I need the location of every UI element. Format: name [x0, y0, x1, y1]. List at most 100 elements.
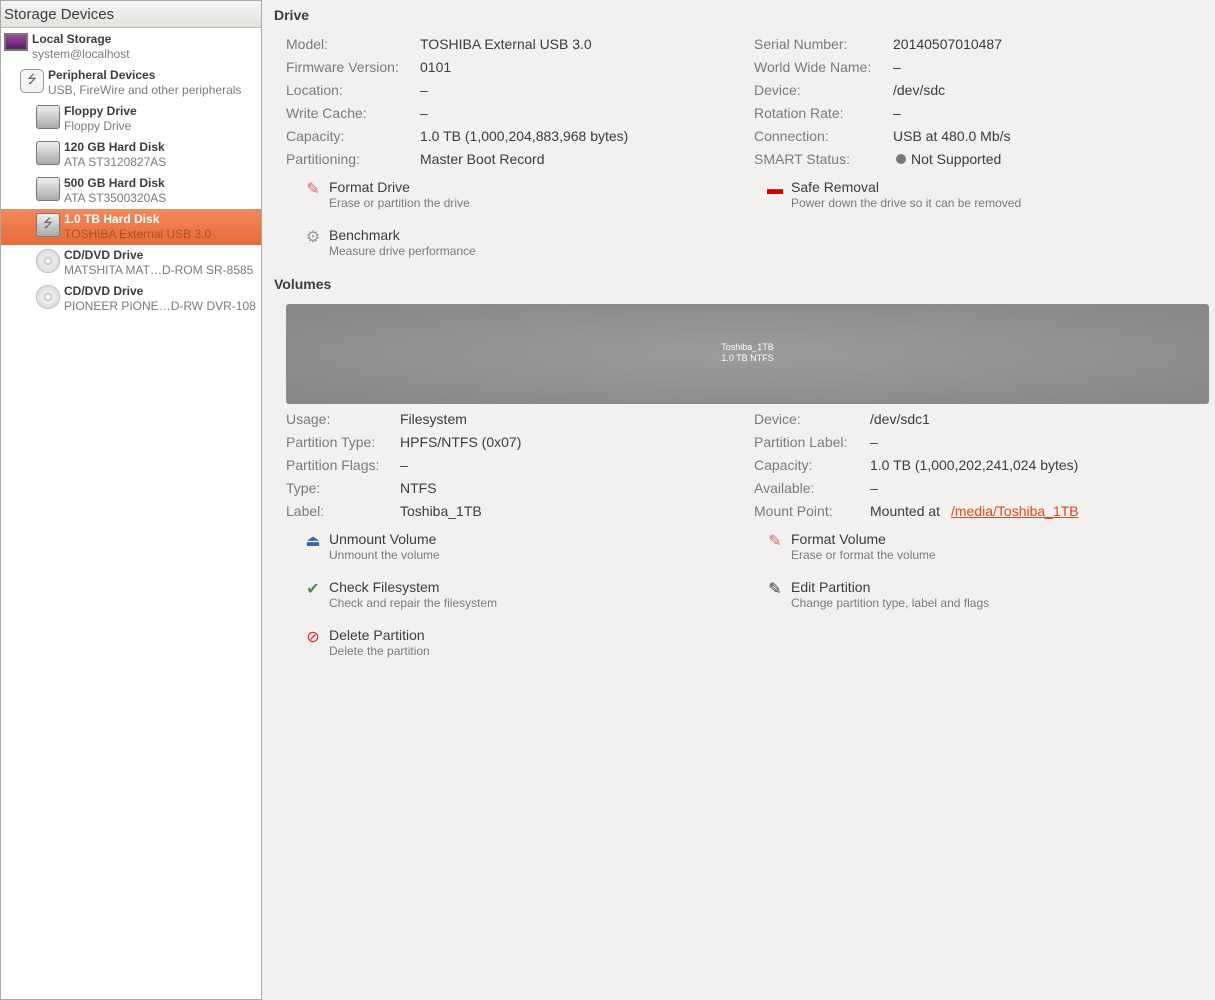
benchmark-gears-icon: ⚙: [305, 229, 321, 246]
action-title: Delete Partition: [329, 627, 425, 643]
sidebar-item-title: 1.0 TB Hard Disk: [64, 212, 160, 226]
property-value: USB at 480.0 Mb/s: [893, 128, 1011, 144]
sidebar-item[interactable]: Floppy Drive Floppy Drive: [1, 101, 261, 137]
sidebar-item-subtitle: Floppy Drive: [64, 119, 132, 133]
mount-point-link[interactable]: /media/Toshiba_1TB: [951, 503, 1079, 519]
optical-disc-icon: [36, 249, 60, 273]
action-subtitle: Erase or format the volume: [791, 548, 936, 562]
sidebar-item-title: 120 GB Hard Disk: [64, 140, 165, 154]
sidebar-item-title: Local Storage: [32, 32, 112, 46]
property-label: Available:: [754, 480, 815, 496]
property-value: –: [870, 434, 878, 450]
action-subtitle: Change partition type, label and flags: [791, 596, 990, 610]
edit-partition-button[interactable]: ✎ Edit Partition Change partition type, la…: [765, 579, 1065, 619]
sidebar-item[interactable]: Local Storage system@localhost: [1, 29, 261, 65]
sidebar-item[interactable]: 120 GB Hard Disk ATA ST3120827AS: [1, 137, 261, 173]
property-value: TOSHIBA External USB 3.0: [420, 36, 592, 52]
sidebar-item[interactable]: 500 GB Hard Disk ATA ST3500320AS: [1, 173, 261, 209]
sidebar-item-subtitle: USB, FireWire and other peripherals: [48, 83, 242, 97]
property-label: Device:: [754, 411, 801, 427]
property-value: NTFS: [400, 480, 437, 496]
unmount-volume-button[interactable]: ⏏ Unmount Volume Unmount the volume: [303, 531, 603, 571]
format-drive-icon: ✎: [306, 181, 320, 198]
format-volume-icon: ✎: [768, 533, 782, 550]
property-label: Label:: [286, 503, 325, 519]
property-value: HPFS/NTFS (0x07): [400, 434, 522, 450]
property-label: Mount Point:: [754, 503, 833, 519]
delete-partition-button[interactable]: ⊘ Delete Partition Delete the partition: [303, 627, 603, 667]
volume-description: 1.0 TB NTFS: [721, 353, 774, 363]
property-label: SMART Status:: [754, 151, 850, 167]
safe-removal-icon: ▬: [767, 181, 783, 198]
property-label: Capacity:: [754, 457, 813, 473]
property-label: Partition Label:: [754, 434, 848, 450]
action-subtitle: Check and repair the filesystem: [329, 596, 498, 610]
sidebar-item-subtitle: system@localhost: [32, 47, 130, 61]
property-label: Usage:: [286, 411, 331, 427]
sidebar-item[interactable]: CD/DVD Drive MATSHITA MAT…D-ROM SR-8585: [1, 245, 261, 281]
sidebar-item-subtitle: TOSHIBA External USB 3.0: [64, 227, 212, 241]
action-title: Format Volume: [791, 531, 886, 547]
property-label: Serial Number:: [754, 36, 848, 52]
sidebar-item-title: Floppy Drive: [64, 104, 137, 118]
property-label: Partition Flags:: [286, 457, 380, 473]
property-label: World Wide Name:: [754, 59, 872, 75]
sidebar-item-title: CD/DVD Drive: [64, 284, 144, 298]
volume-partition-block[interactable]: Toshiba_1TB 1.0 TB NTFS: [286, 304, 1209, 404]
optical-disc-icon: [36, 285, 60, 309]
property-value: –: [893, 59, 901, 75]
volumes-section-title: Volumes: [274, 276, 332, 292]
storage-devices-sidebar[interactable]: Storage Devices Local Storage system@loca…: [0, 0, 262, 1000]
benchmark-button[interactable]: ⚙ Benchmark Measure drive performance: [303, 227, 603, 267]
sidebar-item-subtitle: MATSHITA MAT…D-ROM SR-8585: [64, 263, 254, 277]
computer-icon: [4, 33, 28, 51]
action-title: Edit Partition: [791, 579, 871, 595]
property-label: Type:: [286, 480, 321, 496]
sidebar-item-subtitle: PIONEER PIONE…D-RW DVR-108: [64, 299, 256, 313]
property-value: /dev/sdc: [893, 82, 946, 98]
sidebar-header[interactable]: Storage Devices: [1, 1, 261, 28]
sidebar-item[interactable]: ⭍ 1.0 TB Hard Disk TOSHIBA External USB 3.…: [1, 209, 261, 245]
sidebar-item-title: 500 GB Hard Disk: [64, 176, 165, 190]
property-label: Capacity:: [286, 128, 345, 144]
property-value: –: [400, 457, 408, 473]
action-subtitle: Measure drive performance: [329, 244, 476, 258]
sidebar-item[interactable]: CD/DVD Drive PIONEER PIONE…D-RW DVR-108: [1, 281, 261, 317]
property-label: Connection:: [754, 128, 829, 144]
floppy-icon: [36, 105, 60, 129]
property-value: 20140507010487: [893, 36, 1003, 52]
action-title: Format Drive: [329, 179, 410, 195]
action-title: Benchmark: [329, 227, 400, 243]
property-label: Location:: [286, 82, 343, 98]
action-title: Check Filesystem: [329, 579, 440, 595]
action-subtitle: Power down the drive so it can be remove…: [791, 196, 1022, 210]
property-value: 1.0 TB (1,000,204,883,968 bytes): [420, 128, 629, 144]
property-value: Not Supported: [911, 151, 1002, 167]
property-value: Mounted at: [870, 503, 941, 519]
harddisk-icon: [36, 177, 60, 201]
property-value: Toshiba_1TB: [400, 503, 482, 519]
format-drive-button[interactable]: ✎ Format Drive Erase or partition the driv…: [303, 179, 603, 219]
sidebar-item-title: Peripheral Devices: [48, 68, 156, 82]
check-filesystem-icon: ✔: [306, 581, 320, 598]
usb-icon: ⭍: [20, 69, 44, 93]
property-value: –: [870, 480, 878, 496]
action-subtitle: Unmount the volume: [329, 548, 440, 562]
safe-removal-button[interactable]: ▬ Safe Removal Power down the drive so it …: [765, 179, 1065, 219]
property-label: Rotation Rate:: [754, 105, 844, 121]
drive-section-title: Drive: [274, 7, 310, 23]
property-value: –: [893, 105, 901, 121]
volume-name: Toshiba_1TB: [721, 342, 774, 352]
property-label: Write Cache:: [286, 105, 367, 121]
action-title: Unmount Volume: [329, 531, 437, 547]
check-filesystem-button[interactable]: ✔ Check Filesystem Check and repair the fi…: [303, 579, 603, 619]
property-value: Master Boot Record: [420, 151, 545, 167]
sidebar-item[interactable]: ⭍ Peripheral Devices USB, FireWire and oth…: [1, 65, 261, 101]
format-volume-button[interactable]: ✎ Format Volume Erase or format the volume: [765, 531, 1065, 571]
property-value: 0101: [420, 59, 452, 75]
property-value: –: [420, 82, 428, 98]
action-subtitle: Delete the partition: [329, 644, 430, 658]
action-subtitle: Erase or partition the drive: [329, 196, 470, 210]
property-value: –: [420, 105, 428, 121]
harddisk-icon: [36, 141, 60, 165]
